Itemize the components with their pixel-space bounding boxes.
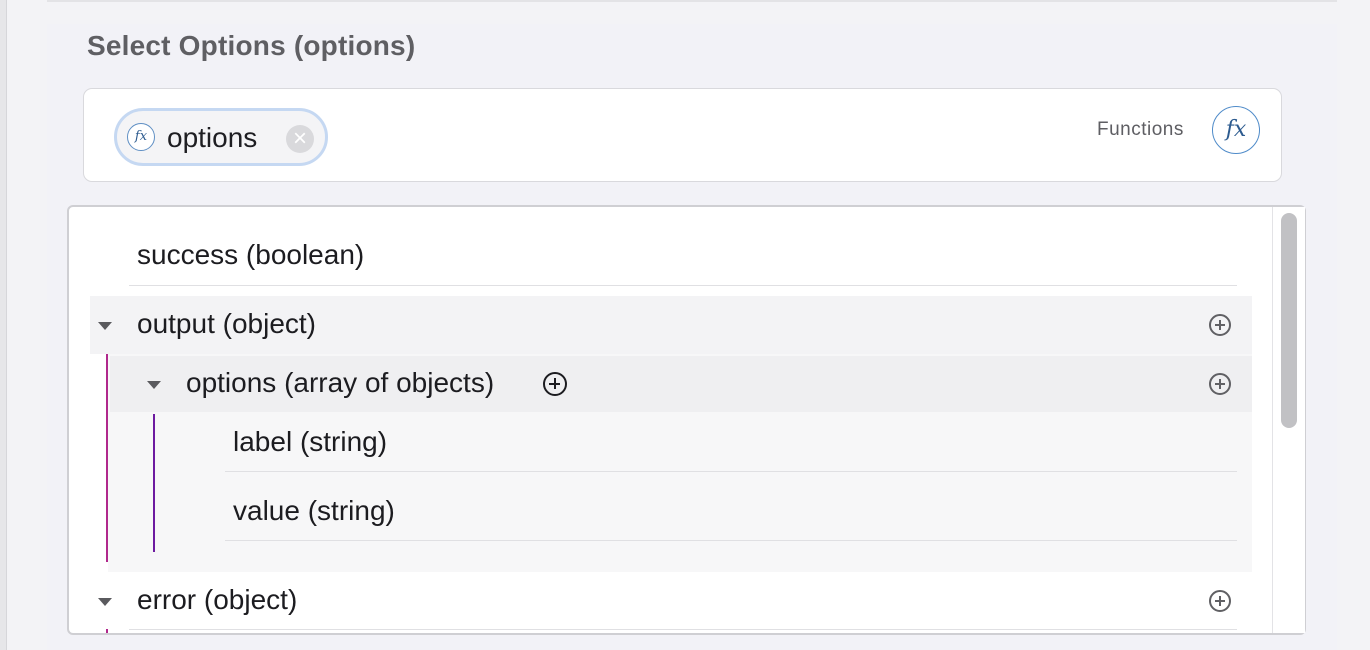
row-divider bbox=[129, 285, 1237, 286]
add-output-icon[interactable] bbox=[1209, 314, 1231, 336]
functions-button[interactable]: fx bbox=[1212, 106, 1260, 154]
fx-icon: fx bbox=[127, 123, 155, 151]
tree-item-output[interactable]: output (object) bbox=[137, 308, 316, 340]
caret-down-icon[interactable] bbox=[98, 598, 112, 606]
output-guide-line bbox=[106, 354, 108, 562]
left-edge bbox=[0, 0, 7, 650]
selected-variable-chip[interactable]: fx options × bbox=[114, 108, 328, 166]
tree-item-error[interactable]: error (object) bbox=[137, 584, 297, 616]
options-guide-line bbox=[153, 414, 155, 552]
top-divider bbox=[47, 0, 1337, 2]
tree-item-value[interactable]: value (string) bbox=[233, 495, 395, 527]
section-title: Select Options (options) bbox=[87, 30, 416, 61]
add-options-icon[interactable] bbox=[1209, 373, 1231, 395]
add-inline-icon[interactable] bbox=[543, 372, 567, 396]
tree-item-label[interactable]: label (string) bbox=[233, 426, 387, 458]
caret-down-icon[interactable] bbox=[147, 381, 161, 389]
chip-label: options bbox=[167, 122, 258, 153]
tree-scrollbar-thumb[interactable] bbox=[1281, 213, 1297, 428]
remove-chip-icon[interactable]: × bbox=[286, 125, 314, 153]
caret-down-icon[interactable] bbox=[98, 322, 112, 330]
row-divider bbox=[129, 629, 1237, 630]
functions-label: Functions bbox=[1097, 119, 1184, 140]
row-divider bbox=[225, 540, 1237, 541]
row-divider bbox=[225, 471, 1237, 472]
tree-item-success[interactable]: success (boolean) bbox=[137, 239, 364, 271]
fx-icon: fx bbox=[1225, 117, 1247, 142]
error-guide-line bbox=[106, 629, 108, 633]
add-error-icon[interactable] bbox=[1209, 590, 1231, 612]
tree-item-options[interactable]: options (array of objects) bbox=[186, 367, 494, 399]
